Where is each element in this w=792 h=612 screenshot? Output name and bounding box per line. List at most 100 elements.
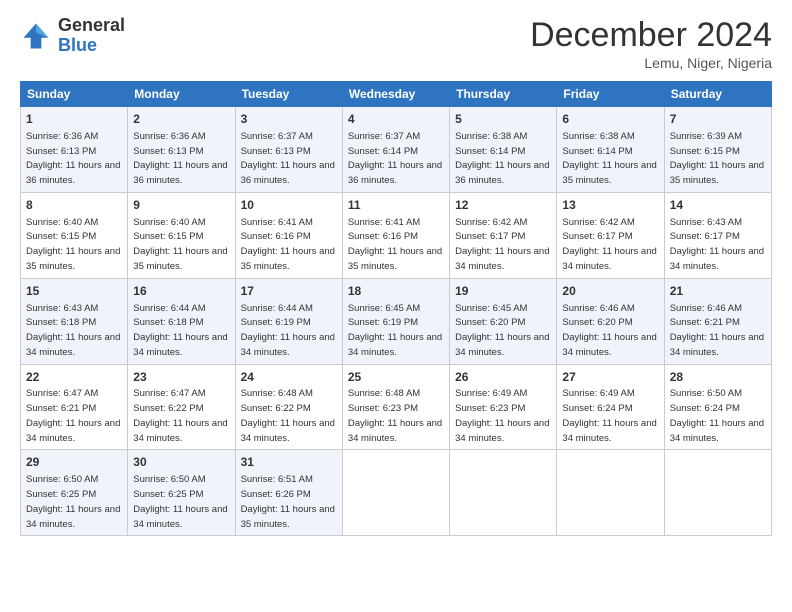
calendar-cell: 30 Sunrise: 6:50 AMSunset: 6:25 PMDaylig… [128,450,235,536]
calendar-cell: 16 Sunrise: 6:44 AMSunset: 6:18 PMDaylig… [128,278,235,364]
month-title: December 2024 [530,16,772,55]
day-number: 13 [562,197,658,214]
day-number: 31 [241,454,337,471]
day-number: 30 [133,454,229,471]
day-number: 11 [348,197,444,214]
calendar-cell: 15 Sunrise: 6:43 AMSunset: 6:18 PMDaylig… [21,278,128,364]
day-info: Sunrise: 6:36 AMSunset: 6:13 PMDaylight:… [26,131,120,186]
calendar-cell: 23 Sunrise: 6:47 AMSunset: 6:22 PMDaylig… [128,364,235,450]
day-number: 9 [133,197,229,214]
column-header-sunday: Sunday [21,82,128,107]
calendar-cell: 18 Sunrise: 6:45 AMSunset: 6:19 PMDaylig… [342,278,449,364]
day-info: Sunrise: 6:45 AMSunset: 6:19 PMDaylight:… [348,303,442,358]
day-info: Sunrise: 6:38 AMSunset: 6:14 PMDaylight:… [562,131,656,186]
day-info: Sunrise: 6:42 AMSunset: 6:17 PMDaylight:… [455,217,549,272]
day-number: 19 [455,283,551,300]
logo-icon [20,20,52,52]
day-info: Sunrise: 6:40 AMSunset: 6:15 PMDaylight:… [133,217,227,272]
day-number: 26 [455,369,551,386]
calendar-week-2: 8 Sunrise: 6:40 AMSunset: 6:15 PMDayligh… [21,192,772,278]
column-header-tuesday: Tuesday [235,82,342,107]
calendar-week-3: 15 Sunrise: 6:43 AMSunset: 6:18 PMDaylig… [21,278,772,364]
day-number: 28 [670,369,766,386]
column-header-saturday: Saturday [664,82,771,107]
day-info: Sunrise: 6:40 AMSunset: 6:15 PMDaylight:… [26,217,120,272]
day-info: Sunrise: 6:43 AMSunset: 6:18 PMDaylight:… [26,303,120,358]
day-number: 3 [241,111,337,128]
title-block: December 2024 Lemu, Niger, Nigeria [530,16,772,71]
day-number: 10 [241,197,337,214]
logo-text: General Blue [58,16,125,56]
day-info: Sunrise: 6:43 AMSunset: 6:17 PMDaylight:… [670,217,764,272]
day-number: 20 [562,283,658,300]
day-info: Sunrise: 6:47 AMSunset: 6:22 PMDaylight:… [133,388,227,443]
calendar-cell: 2 Sunrise: 6:36 AMSunset: 6:13 PMDayligh… [128,107,235,193]
calendar-cell [557,450,664,536]
column-header-thursday: Thursday [450,82,557,107]
day-info: Sunrise: 6:50 AMSunset: 6:24 PMDaylight:… [670,388,764,443]
calendar-header-row: SundayMondayTuesdayWednesdayThursdayFrid… [21,82,772,107]
day-info: Sunrise: 6:44 AMSunset: 6:18 PMDaylight:… [133,303,227,358]
day-number: 1 [26,111,122,128]
day-info: Sunrise: 6:51 AMSunset: 6:26 PMDaylight:… [241,474,335,529]
calendar-cell: 21 Sunrise: 6:46 AMSunset: 6:21 PMDaylig… [664,278,771,364]
logo: General Blue [20,16,125,56]
calendar-cell [664,450,771,536]
day-number: 24 [241,369,337,386]
column-header-friday: Friday [557,82,664,107]
calendar-cell: 1 Sunrise: 6:36 AMSunset: 6:13 PMDayligh… [21,107,128,193]
day-info: Sunrise: 6:37 AMSunset: 6:13 PMDaylight:… [241,131,335,186]
day-info: Sunrise: 6:46 AMSunset: 6:21 PMDaylight:… [670,303,764,358]
day-number: 25 [348,369,444,386]
calendar-cell: 5 Sunrise: 6:38 AMSunset: 6:14 PMDayligh… [450,107,557,193]
calendar-cell: 14 Sunrise: 6:43 AMSunset: 6:17 PMDaylig… [664,192,771,278]
calendar-cell: 7 Sunrise: 6:39 AMSunset: 6:15 PMDayligh… [664,107,771,193]
day-info: Sunrise: 6:50 AMSunset: 6:25 PMDaylight:… [26,474,120,529]
day-number: 2 [133,111,229,128]
day-info: Sunrise: 6:50 AMSunset: 6:25 PMDaylight:… [133,474,227,529]
day-info: Sunrise: 6:49 AMSunset: 6:23 PMDaylight:… [455,388,549,443]
day-number: 8 [26,197,122,214]
calendar-table: SundayMondayTuesdayWednesdayThursdayFrid… [20,81,772,536]
calendar-cell: 29 Sunrise: 6:50 AMSunset: 6:25 PMDaylig… [21,450,128,536]
day-info: Sunrise: 6:41 AMSunset: 6:16 PMDaylight:… [241,217,335,272]
day-number: 29 [26,454,122,471]
calendar-cell [450,450,557,536]
day-number: 17 [241,283,337,300]
day-number: 12 [455,197,551,214]
day-number: 6 [562,111,658,128]
day-number: 7 [670,111,766,128]
calendar-cell: 17 Sunrise: 6:44 AMSunset: 6:19 PMDaylig… [235,278,342,364]
calendar-cell [342,450,449,536]
day-info: Sunrise: 6:48 AMSunset: 6:22 PMDaylight:… [241,388,335,443]
calendar-cell: 27 Sunrise: 6:49 AMSunset: 6:24 PMDaylig… [557,364,664,450]
day-info: Sunrise: 6:38 AMSunset: 6:14 PMDaylight:… [455,131,549,186]
calendar-week-4: 22 Sunrise: 6:47 AMSunset: 6:21 PMDaylig… [21,364,772,450]
calendar-cell: 28 Sunrise: 6:50 AMSunset: 6:24 PMDaylig… [664,364,771,450]
day-number: 4 [348,111,444,128]
day-info: Sunrise: 6:39 AMSunset: 6:15 PMDaylight:… [670,131,764,186]
day-info: Sunrise: 6:41 AMSunset: 6:16 PMDaylight:… [348,217,442,272]
day-info: Sunrise: 6:45 AMSunset: 6:20 PMDaylight:… [455,303,549,358]
calendar-cell: 3 Sunrise: 6:37 AMSunset: 6:13 PMDayligh… [235,107,342,193]
day-info: Sunrise: 6:47 AMSunset: 6:21 PMDaylight:… [26,388,120,443]
calendar-cell: 4 Sunrise: 6:37 AMSunset: 6:14 PMDayligh… [342,107,449,193]
day-number: 16 [133,283,229,300]
day-number: 15 [26,283,122,300]
calendar-cell: 12 Sunrise: 6:42 AMSunset: 6:17 PMDaylig… [450,192,557,278]
day-number: 23 [133,369,229,386]
day-number: 5 [455,111,551,128]
logo-blue-text: Blue [58,36,125,56]
calendar-cell: 11 Sunrise: 6:41 AMSunset: 6:16 PMDaylig… [342,192,449,278]
calendar-cell: 31 Sunrise: 6:51 AMSunset: 6:26 PMDaylig… [235,450,342,536]
day-info: Sunrise: 6:36 AMSunset: 6:13 PMDaylight:… [133,131,227,186]
logo-general-text: General [58,16,125,36]
calendar-cell: 25 Sunrise: 6:48 AMSunset: 6:23 PMDaylig… [342,364,449,450]
calendar-cell: 26 Sunrise: 6:49 AMSunset: 6:23 PMDaylig… [450,364,557,450]
calendar-cell: 6 Sunrise: 6:38 AMSunset: 6:14 PMDayligh… [557,107,664,193]
day-info: Sunrise: 6:44 AMSunset: 6:19 PMDaylight:… [241,303,335,358]
calendar-cell: 24 Sunrise: 6:48 AMSunset: 6:22 PMDaylig… [235,364,342,450]
column-header-wednesday: Wednesday [342,82,449,107]
calendar-week-1: 1 Sunrise: 6:36 AMSunset: 6:13 PMDayligh… [21,107,772,193]
calendar-cell: 10 Sunrise: 6:41 AMSunset: 6:16 PMDaylig… [235,192,342,278]
